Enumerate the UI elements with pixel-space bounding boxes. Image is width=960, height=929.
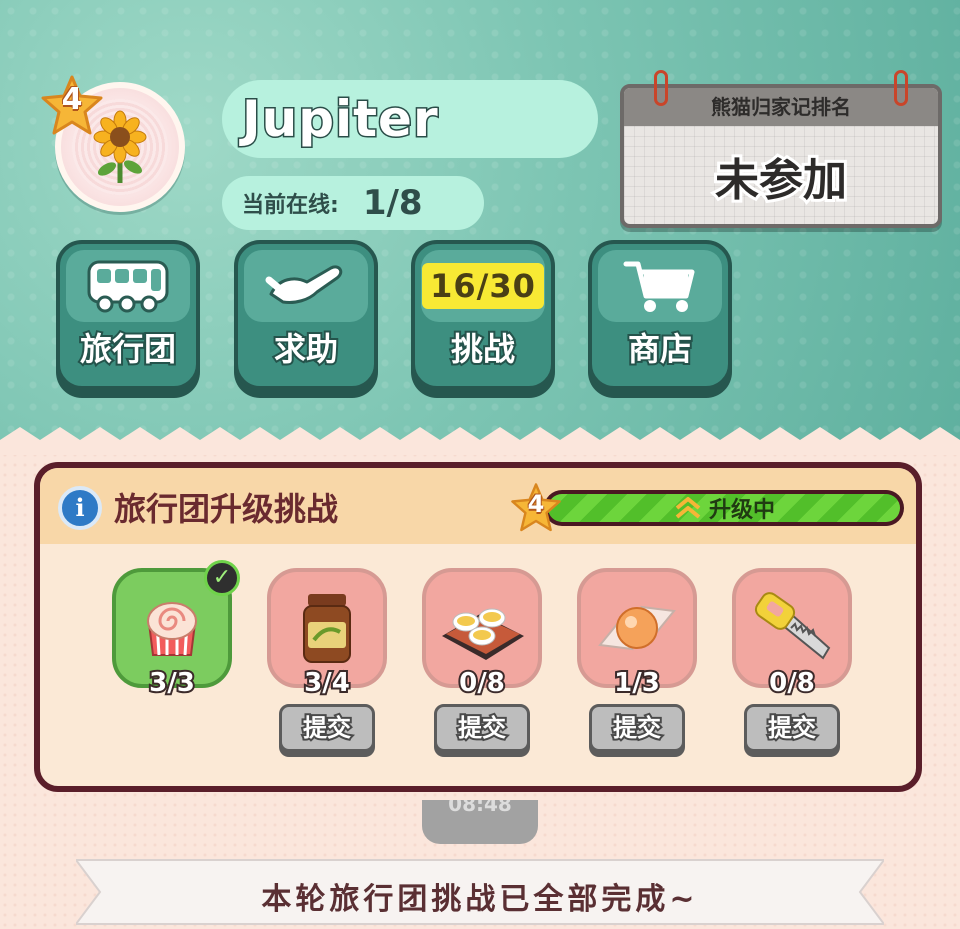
binder-ring-right (894, 70, 908, 106)
panel-title: 旅行团升级挑战 (114, 490, 339, 528)
group-level-badge: 4 (510, 482, 562, 534)
completion-message: 本轮旅行团挑战已全部完成~ (261, 882, 699, 917)
tour-group-button[interactable]: 旅行团 (56, 240, 200, 390)
checkmark-icon: ✓ (204, 560, 240, 596)
candy-icon (598, 605, 676, 651)
upgrade-challenge-panel: i 旅行团升级挑战 升级中 4 ✓ 3/3 3/4 0/8 1/3 0/8 提交… (34, 462, 922, 792)
jar-icon (303, 594, 351, 663)
item-candy[interactable]: 1/3 (577, 568, 697, 700)
bus-icon (87, 260, 169, 313)
item-count: 0/8 (457, 666, 507, 700)
item-saw[interactable]: 0/8 (732, 568, 852, 700)
double-chevron-up-icon (675, 497, 701, 519)
player-level-value: 4 (61, 82, 83, 117)
item-count: 3/4 (302, 666, 352, 700)
shop-face (598, 250, 722, 322)
completion-banner: 本轮旅行团挑战已全部完成~ (74, 856, 886, 926)
shop-label: 商店 (626, 328, 694, 370)
submit-button-candy[interactable]: 提交 (589, 704, 685, 752)
shopping-cart-icon (623, 261, 695, 312)
info-icon[interactable]: i (58, 486, 102, 530)
submit-button-saw[interactable]: 提交 (744, 704, 840, 752)
help-button[interactable]: 求助 (234, 240, 378, 390)
binder-ring-left (654, 70, 668, 106)
help-label: 求助 (272, 328, 340, 370)
ranking-title: 熊猫归家记排名 (624, 88, 938, 126)
submit-button-pudding[interactable]: 提交 (434, 704, 530, 752)
tour-group-face (66, 250, 190, 322)
upgrade-progress-bar: 升级中 (544, 490, 904, 526)
ranking-board[interactable]: 熊猫归家记排名 未参加 (620, 84, 942, 228)
pudding-tray-icon (442, 608, 524, 660)
upgrade-status: 升级中 (708, 498, 775, 523)
player-level-badge: 4 (40, 74, 104, 138)
zigzag-divider (0, 427, 960, 455)
cake-roll-icon (147, 602, 197, 656)
challenge-face: 16/30 (421, 250, 545, 322)
challenge-button[interactable]: 16/30 挑战 (411, 240, 555, 390)
submit-button-jar[interactable]: 提交 (279, 704, 375, 752)
item-count: 1/3 (612, 666, 662, 700)
ranking-status: 未参加 (712, 152, 850, 209)
group-level-value: 4 (527, 490, 545, 518)
challenge-label: 挑战 (449, 328, 517, 370)
online-label: 当前在线: (242, 193, 339, 218)
countdown-timer: 08:48 (422, 800, 538, 844)
online-status-pill: 当前在线: 1/8 (222, 176, 484, 230)
player-name-pill: Jupiter (222, 80, 598, 158)
ranking-body: 未参加 (624, 126, 938, 224)
item-count: 0/8 (767, 666, 817, 700)
shop-button[interactable]: 商店 (588, 240, 732, 390)
tour-group-label: 旅行团 (78, 328, 178, 370)
helping-hand-icon (265, 265, 343, 304)
item-cake-roll[interactable]: ✓ 3/3 (112, 560, 240, 700)
timer-text: 08:48 (448, 800, 512, 816)
saw-icon (754, 592, 831, 660)
help-face (244, 250, 368, 322)
item-count: 3/3 (147, 666, 197, 700)
online-value: 1/8 (362, 183, 423, 223)
challenge-count: 16/30 (422, 263, 544, 309)
player-name: Jupiter (241, 89, 440, 150)
upgrade-progress-fill: 升级中 (548, 494, 900, 523)
item-pudding-tray[interactable]: 0/8 (422, 568, 542, 700)
item-jar[interactable]: 3/4 (267, 568, 387, 700)
